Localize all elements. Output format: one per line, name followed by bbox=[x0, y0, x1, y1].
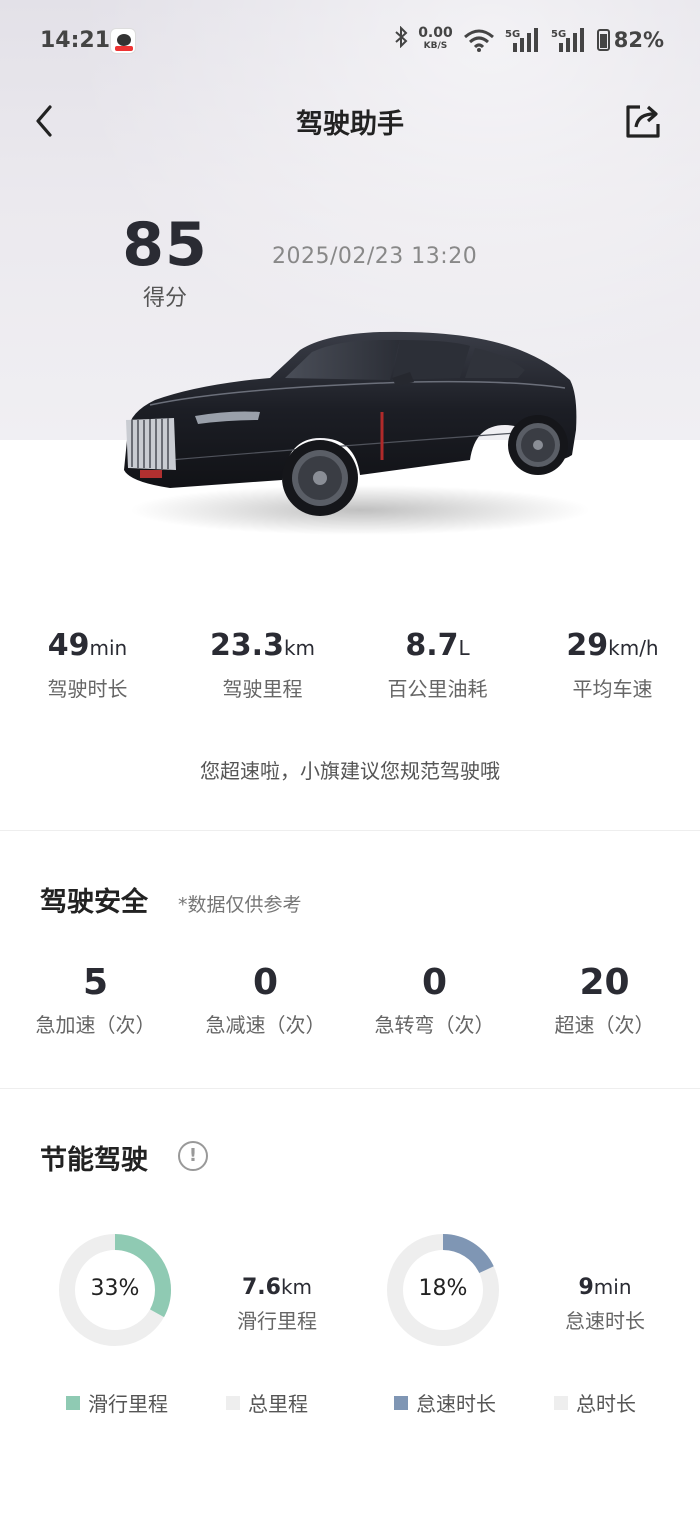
stat-label: 百公里油耗 bbox=[387, 677, 488, 701]
stat-number: 23.3 bbox=[209, 628, 284, 663]
app-icon bbox=[110, 28, 136, 54]
legend-swatch bbox=[554, 1395, 568, 1410]
signal-5g-icon: 5G bbox=[551, 27, 587, 53]
status-icons: 0.00 KB/S 5G 5G 82% bbox=[394, 25, 664, 54]
share-icon bbox=[626, 105, 660, 138]
info-icon[interactable]: ! bbox=[178, 1141, 208, 1171]
stat-label: 平均车速 bbox=[572, 677, 653, 701]
score-label: 得分 bbox=[142, 286, 187, 311]
network-speed-value: 0.00 bbox=[418, 25, 453, 41]
safety-hard-acceleration: 5 急加速（次） bbox=[8, 962, 183, 1038]
wifi-icon bbox=[463, 28, 495, 52]
safety-label: 急加速（次） bbox=[35, 1013, 156, 1037]
safety-value: 5 bbox=[82, 962, 109, 1003]
legend-total-distance: 总里程 bbox=[226, 1388, 308, 1417]
page-title: 驾驶助手 bbox=[296, 109, 404, 140]
safety-value: 20 bbox=[579, 962, 630, 1003]
legend-idle-duration: 怠速时长 bbox=[394, 1388, 496, 1417]
legend-swatch bbox=[226, 1395, 240, 1410]
battery-icon bbox=[596, 29, 610, 51]
legend-label: 滑行里程 bbox=[88, 1392, 168, 1416]
bluetooth-icon bbox=[394, 25, 408, 54]
idle-duration-value: 9min bbox=[545, 1275, 665, 1300]
eco-unit: km bbox=[280, 1275, 313, 1299]
trip-stats: 49min 驾驶时长 23.3km 驾驶里程 8.7L 百公里油耗 29km/h… bbox=[0, 628, 700, 718]
safety-section-title: 驾驶安全 bbox=[40, 887, 148, 918]
eco-number: 9 bbox=[578, 1275, 594, 1300]
legend-swatch bbox=[66, 1395, 80, 1410]
svg-text:5G: 5G bbox=[551, 29, 566, 40]
share-button[interactable] bbox=[622, 100, 664, 142]
battery-percent: 82% bbox=[613, 28, 664, 52]
eco-number: 7.6 bbox=[241, 1275, 281, 1300]
safety-value: 0 bbox=[252, 962, 279, 1003]
stat-value: 29km/h bbox=[525, 628, 700, 663]
idle-duration-label: 怠速时长 bbox=[565, 1309, 645, 1333]
stat-number: 29 bbox=[566, 628, 609, 663]
idle-percent: 18% bbox=[418, 1276, 468, 1301]
divider bbox=[0, 1088, 700, 1089]
status-bar: 14:21 0.00 KB/S 5G 5G 82% bbox=[0, 0, 700, 82]
stat-unit: min bbox=[89, 636, 128, 660]
legend-label: 总里程 bbox=[248, 1392, 308, 1416]
driving-tip: 您超速啦，小旗建议您规范驾驶哦 bbox=[200, 759, 500, 783]
safety-label: 急减速（次） bbox=[205, 1013, 326, 1037]
legend-label: 怠速时长 bbox=[416, 1392, 496, 1416]
stat-value: 8.7L bbox=[350, 628, 525, 663]
coast-distance-value: 7.6km bbox=[217, 1275, 337, 1300]
legend-total-duration: 总时长 bbox=[554, 1388, 636, 1417]
car-image bbox=[124, 331, 590, 535]
safety-value: 0 bbox=[421, 962, 448, 1003]
divider bbox=[0, 830, 700, 831]
eco-unit: min bbox=[593, 1275, 632, 1299]
stat-value: 49min bbox=[0, 628, 175, 663]
network-speed-unit: KB/S bbox=[423, 41, 448, 51]
legend-swatch bbox=[394, 1395, 408, 1410]
safety-label: 急转弯（次） bbox=[374, 1013, 495, 1037]
safety-hard-braking: 0 急减速（次） bbox=[178, 962, 353, 1038]
coast-distance-label: 滑行里程 bbox=[237, 1309, 317, 1333]
eco-section-title: 节能驾驶 bbox=[40, 1145, 148, 1176]
stat-number: 49 bbox=[47, 628, 90, 663]
battery-indicator: 82% bbox=[596, 28, 664, 52]
legend-label: 总时长 bbox=[576, 1392, 636, 1416]
safety-disclaimer: *数据仅供参考 bbox=[178, 894, 302, 916]
stat-unit: L bbox=[458, 636, 470, 660]
stat-label: 驾驶里程 bbox=[222, 677, 303, 701]
stat-average-speed: 29km/h 平均车速 bbox=[525, 628, 700, 702]
status-time: 14:21 bbox=[40, 28, 111, 53]
stat-drive-distance: 23.3km 驾驶里程 bbox=[175, 628, 350, 702]
score-value: 85 bbox=[122, 210, 208, 280]
trip-datetime: 2025/02/23 13:20 bbox=[272, 244, 478, 269]
stat-unit: km/h bbox=[608, 636, 659, 660]
coast-percent: 33% bbox=[90, 1276, 140, 1301]
stat-drive-duration: 49min 驾驶时长 bbox=[0, 628, 175, 702]
safety-speeding: 20 超速（次） bbox=[517, 962, 692, 1038]
safety-label: 超速（次） bbox=[554, 1013, 655, 1037]
stat-unit: km bbox=[283, 636, 316, 660]
stat-fuel-consumption: 8.7L 百公里油耗 bbox=[350, 628, 525, 702]
svg-text:5G: 5G bbox=[505, 29, 520, 40]
network-speed: 0.00 KB/S bbox=[418, 25, 453, 53]
safety-sharp-turn: 0 急转弯（次） bbox=[347, 962, 522, 1038]
stat-label: 驾驶时长 bbox=[47, 677, 128, 701]
stat-number: 8.7 bbox=[405, 628, 459, 663]
signal-5g-icon: 5G bbox=[505, 27, 541, 53]
legend-coast-distance: 滑行里程 bbox=[66, 1388, 168, 1417]
stat-value: 23.3km bbox=[175, 628, 350, 663]
